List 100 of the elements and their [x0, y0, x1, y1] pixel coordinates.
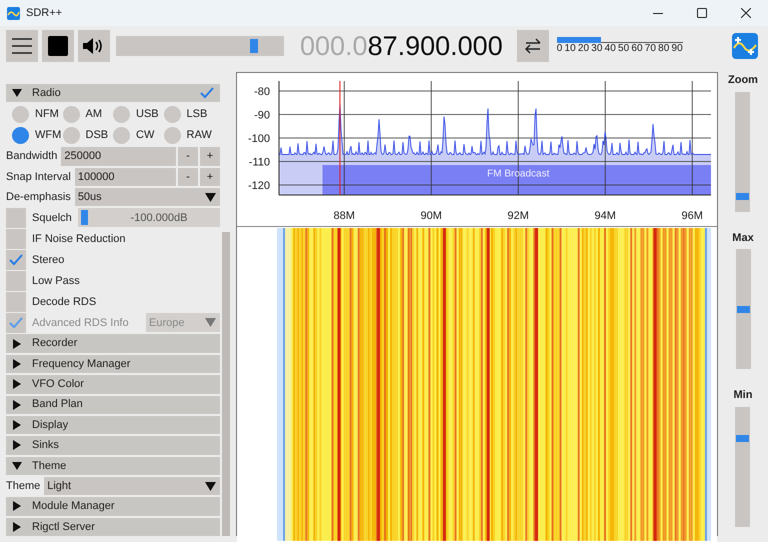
- collapsed-triangle-icon: [12, 501, 22, 512]
- section-header[interactable]: Rigctl Server: [6, 518, 220, 536]
- section-header[interactable]: Display: [6, 416, 220, 434]
- radio-option[interactable]: DSB: [62, 126, 113, 144]
- x-axis-label: 96M: [682, 210, 703, 222]
- checkbox-label: Squelch: [32, 210, 72, 226]
- squelch-slider[interactable]: -100.000dB: [78, 208, 220, 228]
- y-axis-label: -120: [248, 180, 270, 192]
- checkbox[interactable]: [6, 208, 26, 228]
- volume-button[interactable]: [78, 30, 110, 62]
- y-axis-label: -110: [248, 156, 270, 168]
- slider-thumb[interactable]: [80, 210, 88, 226]
- radio-option[interactable]: AM: [62, 105, 113, 124]
- section-header[interactable]: Sinks: [6, 436, 220, 455]
- slider-label: Zoom: [728, 73, 758, 88]
- decrement-button[interactable]: -: [178, 147, 198, 166]
- radio-option[interactable]: LSB: [164, 105, 214, 124]
- field-label: Snap Interval: [6, 170, 72, 185]
- checkmark-icon: [9, 254, 23, 266]
- swap-arrows-icon: [524, 38, 542, 54]
- dropdown-arrow-icon: [205, 318, 216, 328]
- meter-tick-label: 30: [591, 43, 602, 55]
- x-axis-label: 90M: [420, 210, 442, 222]
- expanded-triangle-icon: [12, 88, 22, 98]
- meter-tick-label: 50: [618, 43, 630, 55]
- y-axis-label: -90: [254, 110, 270, 122]
- checkmark-icon: [200, 87, 214, 100]
- section-header[interactable]: Band Plan: [6, 396, 220, 414]
- number-field[interactable]: 250000: [61, 147, 176, 166]
- slider-thumb[interactable]: [736, 306, 750, 312]
- meter-tick-label: 10: [564, 43, 576, 55]
- increment-button[interactable]: +: [200, 168, 220, 186]
- y-axis-label: -80: [254, 86, 270, 98]
- x-axis-label: 88M: [334, 210, 355, 222]
- checkbox[interactable]: [6, 228, 26, 249]
- checkbox-label: Stereo: [32, 252, 64, 268]
- section-header[interactable]: Recorder: [6, 334, 220, 353]
- close-icon: [741, 8, 751, 18]
- swap-button[interactable]: [516, 30, 549, 62]
- number-field[interactable]: 100000: [74, 168, 176, 186]
- dropdown[interactable]: 50us: [74, 188, 220, 206]
- section-header[interactable]: VFO Color: [6, 375, 220, 394]
- collapsed-triangle-icon: [12, 440, 22, 450]
- section-header[interactable]: Theme: [6, 456, 220, 475]
- meter-tick-label: 80: [658, 43, 670, 55]
- radio-option[interactable]: USB: [113, 105, 164, 124]
- volume-slider[interactable]: [116, 36, 284, 56]
- collapsed-triangle-icon: [12, 358, 22, 369]
- stop-button[interactable]: [42, 30, 74, 62]
- frequency-display[interactable]: 000.087.900.000: [300, 32, 503, 60]
- slider-thumb[interactable]: [736, 434, 750, 442]
- slider-thumb[interactable]: [736, 193, 750, 200]
- collapsed-triangle-icon: [12, 338, 22, 349]
- vertical-slider[interactable]: [735, 406, 750, 526]
- meter-tick-label: 90: [672, 43, 683, 55]
- menu-icon: [12, 38, 32, 54]
- dropdown-arrow-icon: [205, 482, 216, 491]
- section-header[interactable]: Frequency Manager: [6, 354, 220, 374]
- window-title: SDR++: [26, 6, 62, 21]
- collapsed-triangle-icon: [12, 522, 22, 532]
- dropdown[interactable]: Light: [44, 476, 220, 496]
- checkbox-label: Advanced RDS Info: [32, 316, 130, 331]
- slider-label: Min: [734, 388, 752, 403]
- collapsed-triangle-icon: [12, 420, 22, 430]
- scrollbar-thumb[interactable]: [222, 232, 230, 536]
- checkbox-label: IF Noise Reduction: [32, 232, 126, 247]
- checkbox[interactable]: [6, 292, 26, 312]
- expanded-triangle-icon: [12, 460, 22, 471]
- meter-tick-label: 40: [604, 43, 616, 55]
- meter-tick-label: 0: [556, 43, 562, 55]
- section-header[interactable]: Radio: [6, 84, 220, 102]
- menu-button[interactable]: [6, 30, 38, 62]
- field-label: De-emphasis: [6, 190, 71, 205]
- radio-option[interactable]: WFM: [12, 126, 62, 144]
- vertical-slider[interactable]: [736, 249, 750, 369]
- checkbox[interactable]: [6, 270, 26, 291]
- dropdown-arrow-icon: [205, 192, 216, 202]
- x-axis-label: 94M: [594, 210, 616, 222]
- vertical-slider[interactable]: [735, 92, 750, 212]
- meter-tick-label: 70: [644, 43, 656, 55]
- section-header[interactable]: Module Manager: [6, 497, 220, 516]
- meter-tick-label: 60: [631, 43, 643, 55]
- collapsed-triangle-icon: [12, 379, 22, 390]
- increment-button[interactable]: +: [200, 147, 220, 166]
- slider-thumb[interactable]: [250, 39, 258, 53]
- y-axis-label: -100: [248, 133, 270, 145]
- decrement-button[interactable]: -: [178, 168, 198, 186]
- collapsed-triangle-icon: [12, 400, 22, 410]
- field-label: Bandwidth: [6, 149, 58, 164]
- app-logo-icon: [7, 6, 20, 20]
- checkbox-label: Decode RDS: [32, 294, 96, 310]
- checkbox[interactable]: [6, 250, 26, 270]
- radio-option[interactable]: NFM: [12, 105, 62, 124]
- checkmark-icon: [9, 316, 23, 329]
- checkbox-label: Low Pass: [32, 274, 80, 289]
- radio-option[interactable]: CW: [113, 126, 164, 144]
- radio-option[interactable]: RAW: [164, 126, 214, 144]
- app-logo-icon[interactable]: [732, 33, 758, 59]
- minimize-icon: [653, 12, 663, 14]
- x-axis-label: 92M: [508, 210, 529, 222]
